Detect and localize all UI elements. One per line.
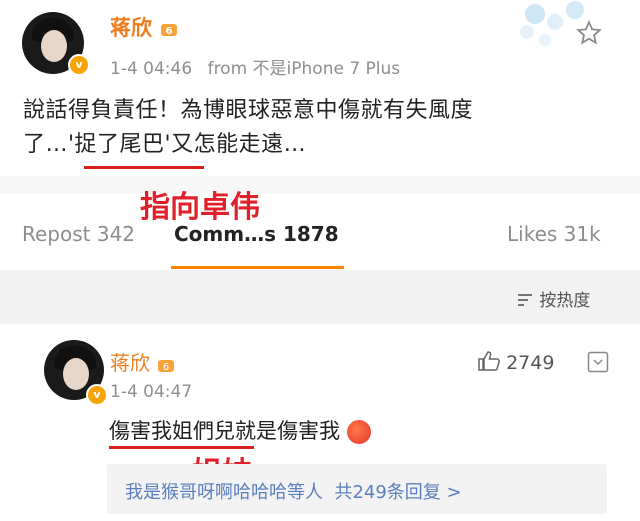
- comment-timestamp: 1-4 04:47: [110, 382, 193, 402]
- comment-like-button[interactable]: 2749: [477, 350, 554, 374]
- sort-icon: [518, 294, 532, 306]
- post-username[interactable]: 蒋欣 6: [110, 12, 179, 42]
- post-source: from 不是iPhone 7 Plus: [207, 59, 401, 79]
- verified-badge-icon: v: [68, 54, 90, 76]
- likes-count[interactable]: Likes 31k: [507, 222, 601, 246]
- highlight-underline: [84, 166, 204, 169]
- comment-verified-badge-icon: v: [86, 384, 108, 406]
- decorative-flowers: [520, 1, 584, 46]
- post-text-line-2: 了…'捉了尾巴'又怎能走遠…: [23, 132, 307, 157]
- annotation-pointer: 指向卓伟: [140, 190, 260, 225]
- member-crown-icon: 6: [158, 359, 175, 373]
- post-timestamp: 1-4 04:46: [110, 59, 193, 79]
- sort-button[interactable]: 按热度: [516, 286, 590, 311]
- repost-count[interactable]: Repost 342: [22, 222, 135, 246]
- reply-summary[interactable]: 我是猴哥呀啊哈哈哈等人 共249条回复 >: [107, 464, 607, 514]
- reply-summary-text: 我是猴哥呀啊哈哈哈等人 共249条回复 >: [125, 482, 462, 503]
- sort-label: 按热度: [539, 291, 591, 311]
- comments-tab[interactable]: Comm…s 1878: [174, 222, 339, 246]
- comment-text-content: 傷害我姐們兒就是傷害我: [109, 419, 340, 443]
- comment-username[interactable]: 蒋欣 6: [110, 347, 176, 376]
- more-options-icon[interactable]: [587, 351, 609, 373]
- angry-emoji-icon: [346, 420, 371, 444]
- favorite-star-icon[interactable]: [576, 20, 602, 46]
- comment-like-count: 2749: [506, 352, 555, 374]
- member-crown-icon: 6: [161, 24, 178, 37]
- divider: [0, 176, 640, 194]
- post-text-line-1: 說話得負責任！為博眼球惡意中傷就有失風度: [23, 98, 474, 123]
- active-tab-indicator: [171, 266, 344, 269]
- thumbs-up-icon: [478, 351, 500, 371]
- post-body: 說話得負責任！為博眼球惡意中傷就有失風度 了…'捉了尾巴'又怎能走遠…: [23, 94, 623, 162]
- comment-text: 傷害我姐們兒就是傷害我: [109, 415, 371, 445]
- svg-text:6: 6: [166, 26, 173, 37]
- post-meta: 1-4 04:46 from 不是iPhone 7 Plus: [110, 54, 400, 79]
- svg-text:6: 6: [163, 362, 169, 373]
